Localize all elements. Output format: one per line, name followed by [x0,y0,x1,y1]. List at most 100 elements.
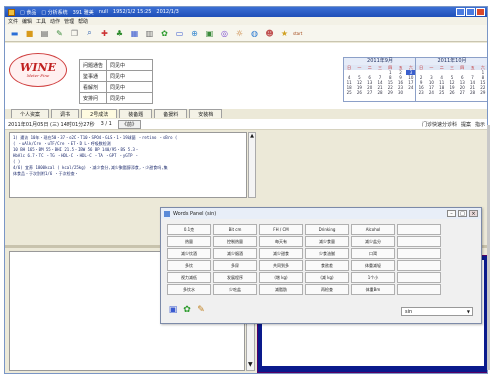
info-value[interactable]: 同见中 [106,81,153,93]
menu-edit[interactable]: 编辑 [22,18,32,25]
minimize-icon[interactable]: – [447,210,456,217]
search-icon[interactable]: ⌕ [83,27,96,40]
flower-icon[interactable]: ✿ [158,27,171,40]
word-button[interactable]: 少食油腻 [305,248,349,259]
calendar-day[interactable]: 29 [478,90,487,95]
calendar-day[interactable]: 24 [426,90,436,95]
menu-help[interactable]: 帮助 [78,18,88,25]
save-icon[interactable]: ■ [23,27,36,40]
word-button[interactable] [397,236,441,247]
word-button[interactable]: (减 kg) [305,272,349,283]
proposal-link[interactable]: 提案 [461,121,471,128]
word-button[interactable] [397,248,441,259]
chart-icon[interactable]: ▥ [143,27,156,40]
word-button[interactable]: 少吃盐 [213,284,257,295]
tab[interactable]: 备援料 [154,109,188,118]
word-button[interactable]: 再检查 [305,284,349,295]
record-scrollbar[interactable]: ▲ [248,132,256,198]
open-icon[interactable]: ▬ [8,27,21,40]
menu-manage[interactable]: 管理 [64,18,74,25]
calendar-icon[interactable]: ▦ [128,27,141,40]
pencil-icon[interactable]: ✎ [195,304,207,316]
word-button[interactable]: 减少饮酒 [167,248,211,259]
info-value[interactable]: 同见中 [106,70,153,82]
word-button[interactable]: 体重减轻 [351,260,395,271]
word-button[interactable]: Drinking [305,224,349,235]
word-button[interactable]: 减少烟酒 [213,248,257,259]
word-button[interactable]: 热量 [167,236,211,247]
calendar-day[interactable]: 27 [457,90,467,95]
word-button[interactable] [397,260,441,271]
user-icon[interactable]: ☻ [263,27,276,40]
calendar-day[interactable]: 23 [416,90,426,95]
card-icon[interactable]: ▭ [173,27,186,40]
word-button[interactable] [397,272,441,283]
web-icon[interactable]: ◍ [248,27,261,40]
word-button[interactable]: 口渴 [351,248,395,259]
word-button[interactable]: 食欲差 [305,260,349,271]
edit-icon[interactable]: ✎ [53,27,66,40]
start-icon[interactable]: ★ [278,27,291,40]
word-button[interactable]: 多尿 [213,260,257,271]
word-button[interactable] [397,224,441,235]
tools-icon[interactable]: ✚ [98,27,111,40]
word-button[interactable]: (增 kg) [259,272,303,283]
word-button[interactable]: 控制热量 [213,236,257,247]
word-button[interactable]: 多饮 [167,260,211,271]
calendar-day[interactable]: 30 [395,90,405,95]
calendar-day[interactable]: 27 [365,90,375,95]
calendar-day[interactable]: 26 [447,90,457,95]
calendar-october[interactable]: 2011年10月 日一二三四五六 1 2 3 4 5 6 7 8 9 10 11 12 13 14 15 16… [415,57,487,102]
tab[interactable]: 装备题 [119,109,153,118]
word-button[interactable]: 共同到多 [259,260,303,271]
maximize-icon[interactable]: □ [458,210,467,217]
bell-icon[interactable]: ♣ [113,27,126,40]
scroll-down-icon[interactable]: ▼ [248,361,253,368]
close-icon[interactable] [476,8,485,16]
info-value[interactable]: 同见中 [106,59,153,71]
word-button[interactable]: 1个小 [351,272,395,283]
maximize-icon[interactable] [466,8,475,16]
word-button[interactable]: FH / CM [259,224,303,235]
calendar-day[interactable]: 25 [344,90,354,95]
calendar-day[interactable]: 28 [467,90,477,95]
word-button[interactable]: 减脂肪 [259,284,303,295]
words-select[interactable]: sin ▼ [401,307,473,316]
tab[interactable]: 个人资案 [11,109,50,118]
info-value[interactable]: 同见中 [106,92,153,104]
menu-file[interactable]: 文件 [8,18,18,25]
word-button[interactable]: 减少甜食 [259,248,303,259]
word-button[interactable]: 视力减低 [167,272,211,283]
scroll-up-icon[interactable]: ▲ [249,133,255,139]
start-label[interactable]: start [293,31,302,36]
record-text-panel[interactable]: 1) 遭访 10年・现在50・37・o2C・T10・SPO4・GLS・1・19球… [9,132,247,198]
flower-icon[interactable]: ✿ [181,304,193,316]
prev-button[interactable]: 《前》 [117,119,141,129]
word-button[interactable]: 减少盐分 [351,236,395,247]
word-button[interactable]: 多饮水 [167,284,211,295]
tab[interactable]: 2号成法 [81,109,118,118]
word-button[interactable] [397,284,441,295]
menu-action[interactable]: 动作 [50,18,60,25]
drum-icon[interactable]: ☼ [233,27,246,40]
word-button[interactable]: Alcohol [351,224,395,235]
minimize-icon[interactable] [456,8,465,16]
copy-icon[interactable]: ❐ [68,27,81,40]
words-panel-titlebar[interactable]: Words Panel (sin) [161,208,481,219]
calendar-day[interactable]: 25 [437,90,447,95]
cd-icon[interactable]: ◎ [218,27,231,40]
word-button[interactable]: Bit cm [213,224,257,235]
tab[interactable]: 调书 [51,109,80,118]
zoom-icon[interactable]: ⊕ [188,27,201,40]
close-icon[interactable]: × [469,210,478,217]
word-button[interactable]: 每天有 [259,236,303,247]
menu-tools[interactable]: 工具 [36,18,46,25]
calendar-day[interactable]: 28 [375,90,385,95]
word-button[interactable]: 发展程序 [213,272,257,283]
word-button[interactable]: 减少食量 [305,236,349,247]
pen-icon[interactable]: ▣ [167,304,179,316]
word-button[interactable]: 0.1克 [167,224,211,235]
print-icon[interactable]: ▤ [38,27,51,40]
tab[interactable]: 安装档 [189,109,223,118]
calendar-september[interactable]: 2011年9月 日一二三四五六 1 2 3 4 5 6 7 8 9 10 11 12 13 14 15 16 1… [343,57,417,102]
